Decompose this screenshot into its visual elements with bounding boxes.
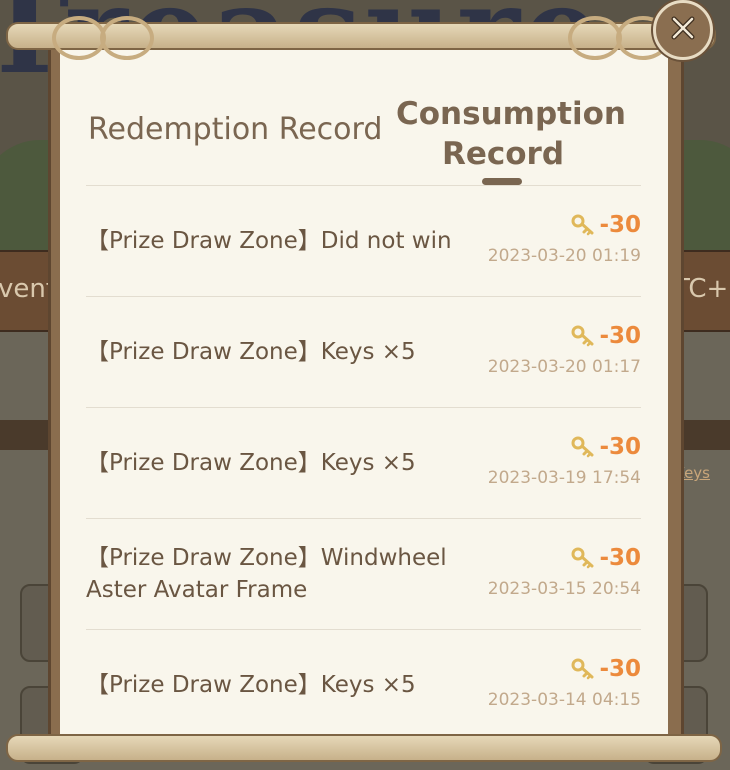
close-button[interactable]: [653, 0, 713, 60]
record-amount-value: -30: [599, 656, 641, 682]
record-tabs: Redemption Record Consumption Record: [60, 42, 668, 186]
tab-redemption-label: Redemption Record: [88, 112, 383, 147]
key-icon: [571, 658, 595, 680]
rope-knot: [568, 16, 622, 60]
tab-redemption-record[interactable]: Redemption Record: [88, 112, 382, 147]
record-amount-value: -30: [599, 323, 641, 349]
active-tab-indicator: [482, 178, 522, 185]
record-timestamp: 2023-03-14 04:15: [487, 690, 641, 710]
record-description: 【Prize Draw Zone】Keys ×5: [86, 450, 416, 476]
record-description: 【Prize Draw Zone】Keys ×5: [86, 672, 416, 698]
record-timestamp: 2023-03-20 01:19: [487, 246, 641, 266]
rope-knot: [52, 16, 106, 60]
record-row: 【Prize Draw Zone】Keys ×5 -30 2023-03-14 …: [86, 629, 641, 736]
key-icon: [571, 214, 595, 236]
record-timestamp: 2023-03-19 17:54: [487, 468, 641, 488]
scroll-rod-top: [6, 16, 716, 60]
key-icon: [571, 436, 595, 458]
record-amount: -30: [571, 545, 641, 571]
key-icon: [571, 547, 595, 569]
tab-consumption-label-line2: Record: [441, 136, 565, 172]
record-row: 【Prize Draw Zone】Keys ×5 -30 2023-03-20 …: [86, 296, 641, 407]
record-description: 【Prize Draw Zone】Did not win: [86, 228, 452, 254]
record-amount-value: -30: [599, 545, 641, 571]
rope-knot: [100, 16, 154, 60]
key-icon: [571, 325, 595, 347]
tab-consumption-record[interactable]: Consumption Record: [396, 94, 626, 174]
record-row: 【Prize Draw Zone】Windwheel Aster Avatar …: [86, 518, 641, 629]
record-amount: -30: [571, 656, 641, 682]
records-dialog: Redemption Record Consumption Record 【Pr…: [60, 42, 668, 736]
record-amount: -30: [571, 323, 641, 349]
record-amount: -30: [571, 212, 641, 238]
scroll-rod-bottom: [6, 734, 722, 762]
record-row: 【Prize Draw Zone】Keys ×5 -30 2023-03-19 …: [86, 407, 641, 518]
record-timestamp: 2023-03-15 20:54: [487, 579, 641, 599]
record-row: 【Prize Draw Zone】Did not win -30 2023-03…: [86, 185, 641, 296]
record-amount-value: -30: [599, 212, 641, 238]
record-description: 【Prize Draw Zone】Keys ×5: [86, 339, 416, 365]
record-amount: -30: [571, 434, 641, 460]
tab-consumption-label-line1: Consumption: [396, 96, 626, 132]
record-description: 【Prize Draw Zone】Windwheel Aster Avatar …: [86, 545, 447, 603]
consumption-record-list[interactable]: 【Prize Draw Zone】Did not win -30 2023-03…: [86, 185, 641, 736]
record-timestamp: 2023-03-20 01:17: [487, 357, 641, 377]
close-icon: [670, 15, 696, 45]
record-amount-value: -30: [599, 434, 641, 460]
